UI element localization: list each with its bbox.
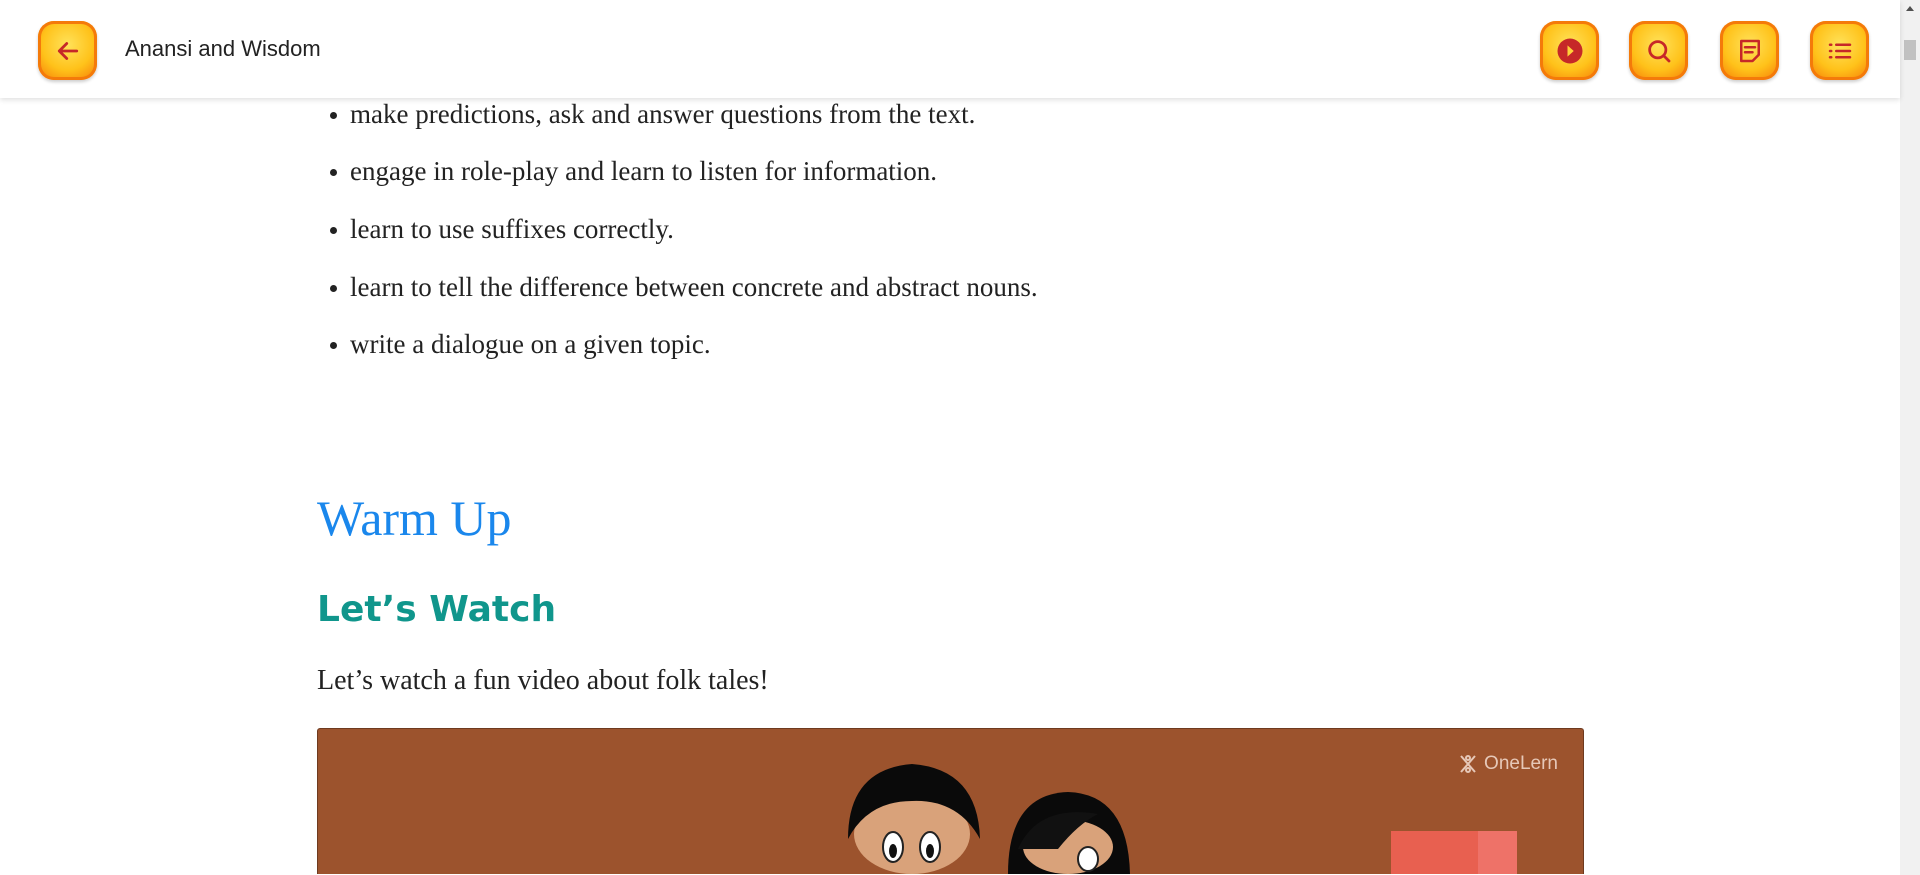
objective-item: learn to use suffixes correctly.: [330, 214, 674, 244]
notes-button[interactable]: [1720, 21, 1779, 80]
contents-button[interactable]: [1810, 21, 1869, 80]
scroll-up-arrow-icon[interactable]: [1906, 6, 1914, 11]
section-heading: Warm Up: [317, 490, 512, 546]
page-title: Anansi and Wisdom: [125, 36, 321, 61]
video-thumbnail-illustration: [848, 764, 1517, 874]
boy-character: [848, 764, 980, 874]
play-circle-icon: [1557, 38, 1582, 63]
video-player[interactable]: OneLern: [317, 728, 1584, 874]
list-icon: [1828, 43, 1851, 58]
search-icon: [1647, 39, 1670, 62]
note-icon: [1739, 39, 1760, 62]
back-button[interactable]: [38, 21, 97, 80]
objective-item: write a dialogue on a given topic.: [330, 329, 711, 359]
objective-item: learn to tell the difference between con…: [330, 272, 1038, 302]
search-button[interactable]: [1629, 21, 1688, 80]
girl-character: [1008, 792, 1130, 874]
objective-item: make predictions, ask and answer questio…: [329, 99, 976, 129]
play-button[interactable]: [1540, 21, 1599, 80]
subsection-heading: Let’s Watch: [317, 589, 557, 630]
scrollbar[interactable]: [1900, 0, 1920, 875]
scrollbar-thumb[interactable]: [1904, 40, 1916, 60]
arrow-left-icon: [57, 41, 78, 60]
objective-item: engage in role-play and learn to listen …: [329, 156, 938, 186]
intro-text: Let’s watch a fun video about folk tales…: [317, 665, 769, 696]
red-cup: [1391, 831, 1517, 874]
top-bar: Anansi and Wisdom: [0, 0, 1900, 98]
